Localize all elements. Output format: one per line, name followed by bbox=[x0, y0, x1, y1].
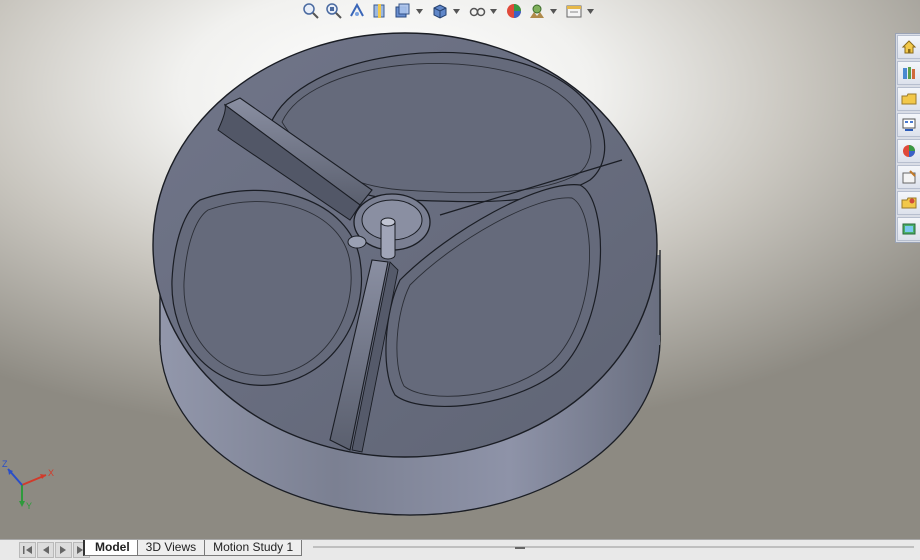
previous-tab-icon[interactable] bbox=[37, 542, 54, 558]
hide-show-dropdown-icon[interactable] bbox=[489, 0, 497, 22]
open-folder-icon[interactable] bbox=[897, 191, 920, 215]
tab-navigation bbox=[19, 542, 90, 558]
view-settings-icon[interactable] bbox=[563, 0, 585, 22]
task-pane bbox=[895, 33, 920, 243]
view-settings-dropdown-icon[interactable] bbox=[586, 0, 594, 22]
hide-show-items-icon[interactable] bbox=[466, 0, 488, 22]
first-tab-icon[interactable] bbox=[19, 542, 36, 558]
zoom-to-area-icon[interactable] bbox=[323, 0, 345, 22]
appearances-scenes-icon[interactable] bbox=[897, 139, 920, 163]
custom-properties-icon[interactable] bbox=[897, 165, 920, 189]
display-style-dropdown-icon[interactable] bbox=[452, 0, 460, 22]
scrollbar-thumb[interactable] bbox=[515, 547, 525, 549]
model-3d-part[interactable] bbox=[0, 0, 920, 539]
next-tab-icon[interactable] bbox=[55, 542, 72, 558]
view-palette-icon[interactable] bbox=[897, 113, 920, 137]
previous-view-icon[interactable] bbox=[346, 0, 368, 22]
tab-model[interactable]: Model bbox=[83, 540, 138, 556]
apply-scene-dropdown-icon[interactable] bbox=[549, 0, 557, 22]
design-library-icon[interactable] bbox=[897, 61, 920, 85]
heads-up-view-toolbar bbox=[300, 0, 594, 22]
zoom-to-fit-icon[interactable] bbox=[300, 0, 322, 22]
view-orientation-icon[interactable] bbox=[392, 0, 414, 22]
shaft-pin bbox=[380, 221, 396, 260]
file-explorer-icon[interactable] bbox=[897, 87, 920, 111]
document-tabs: Model 3D Views Motion Study 1 bbox=[83, 540, 303, 556]
bottom-tab-bar: Model 3D Views Motion Study 1 bbox=[0, 539, 920, 560]
tab-motion-study-1[interactable]: Motion Study 1 bbox=[204, 540, 303, 556]
reference-triad: X Y Z bbox=[2, 459, 54, 511]
triad-y-label: Y bbox=[26, 501, 32, 511]
view-orientation-dropdown-icon[interactable] bbox=[415, 0, 423, 22]
triad-z-label: Z bbox=[2, 459, 8, 469]
tab-3d-views[interactable]: 3D Views bbox=[136, 540, 206, 556]
edit-appearance-icon[interactable] bbox=[503, 0, 525, 22]
triad-x-label: X bbox=[48, 468, 54, 478]
horizontal-scrollbar[interactable] bbox=[313, 546, 914, 548]
apply-scene-icon[interactable] bbox=[526, 0, 548, 22]
section-view-icon[interactable] bbox=[369, 0, 391, 22]
display-style-icon[interactable] bbox=[429, 0, 451, 22]
document-recovery-icon[interactable] bbox=[897, 217, 920, 241]
solidworks-resources-icon[interactable] bbox=[897, 35, 920, 59]
graphics-area[interactable]: X Y Z bbox=[0, 0, 920, 539]
